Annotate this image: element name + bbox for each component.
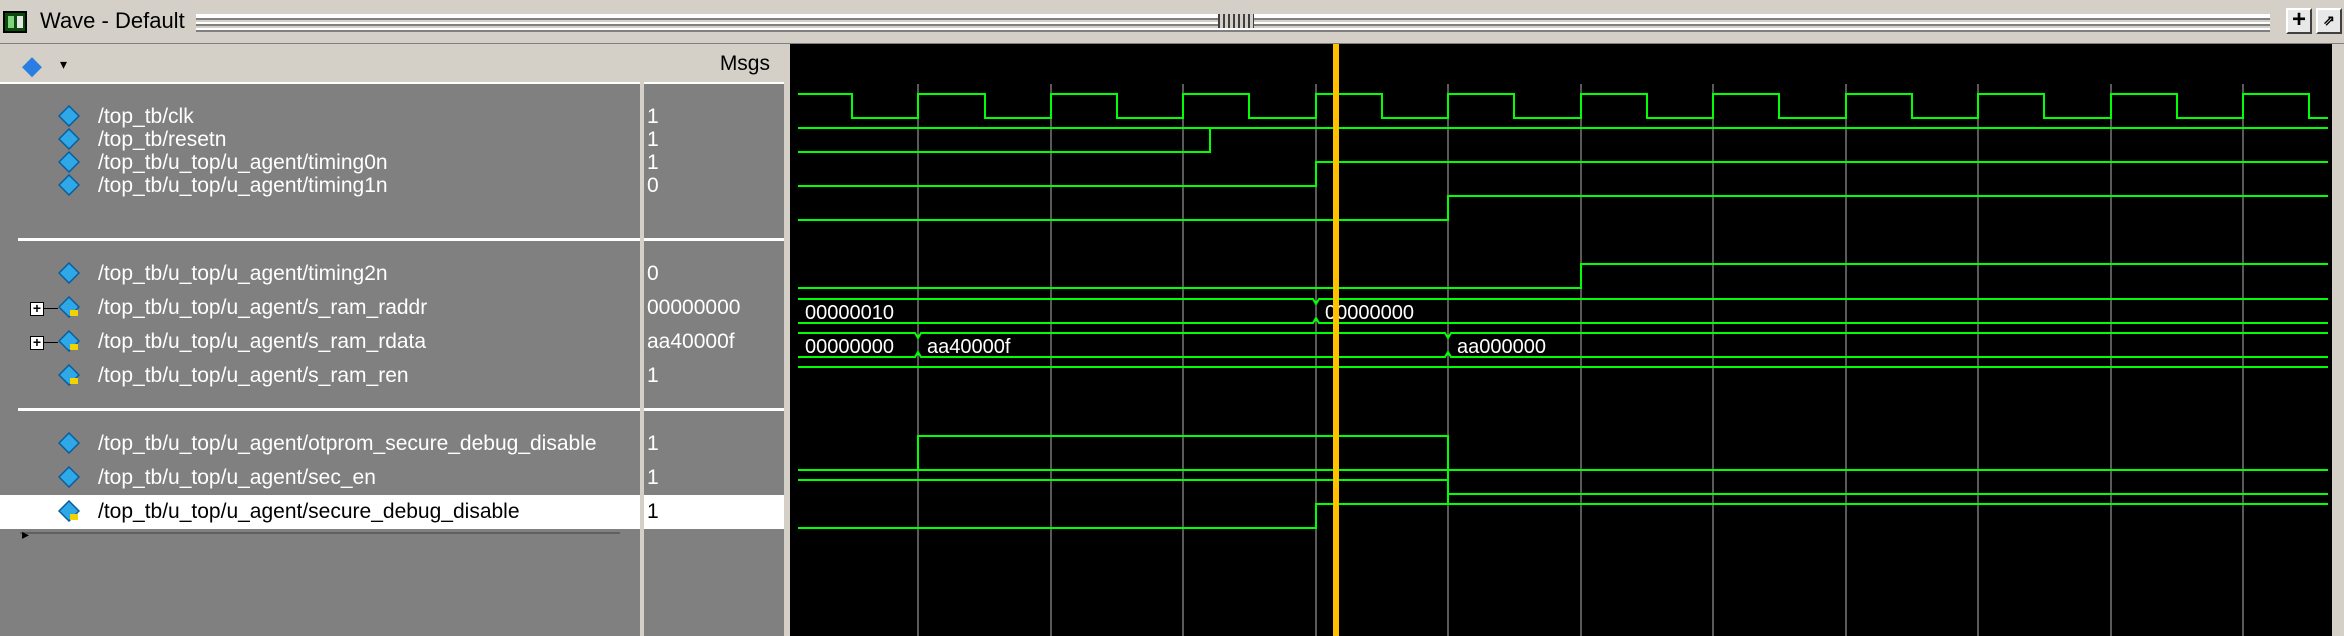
bus-labels: 00000010 00000000 00000000 aa40000f aa00… <box>805 302 1546 358</box>
signal-value: 00000000 <box>644 291 784 325</box>
divider <box>644 408 784 411</box>
bus-rdata-top <box>798 332 2328 340</box>
divider <box>18 408 640 411</box>
wave-timing0n <box>798 161 2328 187</box>
signal-value: 1 <box>644 461 784 495</box>
signal-value: 0 <box>644 169 784 203</box>
value-text: aa40000f <box>647 330 735 353</box>
signal-row[interactable]: /top_tb/u_top/u_agent/timing2n <box>0 257 640 291</box>
signal-row-selected[interactable]: /top_tb/u_top/u_agent/secure_debug_disab… <box>0 495 640 529</box>
signal-value: 1 <box>644 359 784 393</box>
wave-otprom-underline <box>798 479 2328 505</box>
chevron-down-icon[interactable]: ▾ <box>60 56 67 73</box>
signal-name: /top_tb/u_top/u_agent/otprom_secure_debu… <box>98 432 597 455</box>
diamond-icon <box>58 466 80 488</box>
wave-sec-en <box>798 469 2328 495</box>
signal-names-pane: ◆ ▾ /top_tb/clk /top_tb/resetn /top_tb/u… <box>0 44 640 636</box>
bus-value-label: aa40000f <box>927 336 1011 358</box>
output-diamond-icon <box>58 500 80 522</box>
divider <box>18 238 640 241</box>
signal-name: /top_tb/u_top/u_agent/timing1n <box>98 174 388 197</box>
expand-button[interactable]: + <box>30 301 44 316</box>
output-diamond-icon <box>58 364 80 386</box>
values-pane: Msgs 1 1 1 0 0 00000000 aa40000f 1 1 1 1 <box>644 44 784 636</box>
value-text: 00000000 <box>647 296 741 319</box>
names-header: ◆ ▾ <box>0 44 640 84</box>
diamond-icon <box>58 432 80 454</box>
titlebar-grip-handle[interactable] <box>1218 14 1254 28</box>
diamond-icon <box>58 262 80 284</box>
signal-row[interactable]: + /top_tb/u_top/u_agent/s_ram_raddr <box>0 291 640 325</box>
value-text: 1 <box>647 364 659 387</box>
signal-row[interactable]: /top_tb/u_top/u_agent/sec_en <box>0 461 640 495</box>
bus-value-label: 00000010 <box>805 302 894 324</box>
signal-row[interactable]: /top_tb/u_top/u_agent/timing1n <box>0 169 640 203</box>
signal-row[interactable]: /top_tb/u_top/u_agent/otprom_secure_debu… <box>0 427 640 461</box>
undock-icon[interactable]: ⇗ <box>2316 8 2342 34</box>
wave-otprom-secure-debug-disable <box>798 435 2328 471</box>
signal-name: /top_tb/u_top/u_agent/s_ram_raddr <box>98 296 428 319</box>
bus-diamond-icon <box>58 330 80 352</box>
signal-name: /top_tb/u_top/u_agent/s_ram_rdata <box>98 330 427 353</box>
signal-value: aa40000f <box>644 325 784 359</box>
vertical-scrollbar[interactable] <box>2332 44 2344 636</box>
msgs-column-label: Msgs <box>719 52 770 75</box>
waveforms <box>798 93 2328 529</box>
bus-raddr-bottom <box>798 316 2328 324</box>
time-cursor[interactable] <box>1333 44 1339 636</box>
plus-icon[interactable]: + <box>2286 8 2312 34</box>
value-text: 0 <box>647 262 659 285</box>
wave-timing2n <box>798 263 2328 289</box>
divider <box>20 532 620 534</box>
diamond-icon <box>58 174 80 196</box>
signal-row[interactable]: + /top_tb/u_top/u_agent/s_ram_rdata <box>0 325 640 359</box>
signal-value: 1 <box>644 427 784 461</box>
wave-window-icon <box>3 11 27 33</box>
grid-lines <box>917 84 2244 636</box>
values-header: Msgs <box>644 44 784 84</box>
signal-row[interactable]: /top_tb/u_top/u_agent/s_ram_ren <box>0 359 640 393</box>
insertion-marker-icon: ▸ <box>22 526 30 542</box>
signal-name: /top_tb/u_top/u_agent/secure_debug_disab… <box>98 500 520 523</box>
tree-line <box>44 308 58 309</box>
wave-timing1n <box>798 195 2328 221</box>
waveform-canvas[interactable]: 00000010 00000000 00000000 aa40000f aa00… <box>790 44 2332 636</box>
signal-value: 0 <box>644 257 784 291</box>
wave-clk <box>798 93 2328 119</box>
wave-resetn <box>798 127 2328 153</box>
divider <box>644 238 784 241</box>
diamond-icon[interactable]: ◆ <box>22 50 42 81</box>
bus-raddr-top <box>798 298 2328 306</box>
signal-name: /top_tb/u_top/u_agent/s_ram_ren <box>98 364 409 387</box>
waveform-pane[interactable]: 00000010 00000000 00000000 aa40000f aa00… <box>790 44 2332 636</box>
window-title: Wave - Default <box>40 8 185 33</box>
expand-button[interactable]: + <box>30 335 44 350</box>
bus-rdata-bottom <box>798 350 2328 358</box>
bus-value-label: 00000000 <box>805 336 894 358</box>
value-text: 1 <box>647 466 659 489</box>
window-titlebar: Wave - Default + ⇗ <box>0 0 2344 44</box>
wave-secure-debug-disable <box>798 503 2328 529</box>
bus-diamond-icon <box>58 296 80 318</box>
bus-value-label: aa000000 <box>1457 336 1546 358</box>
value-text: 1 <box>647 432 659 455</box>
signal-name: /top_tb/u_top/u_agent/sec_en <box>98 466 376 489</box>
signal-value-selected: 1 <box>644 495 784 529</box>
value-text: 0 <box>647 174 659 197</box>
tree-line <box>44 342 58 343</box>
value-text: 1 <box>647 500 659 523</box>
signal-name: /top_tb/u_top/u_agent/timing2n <box>98 262 388 285</box>
